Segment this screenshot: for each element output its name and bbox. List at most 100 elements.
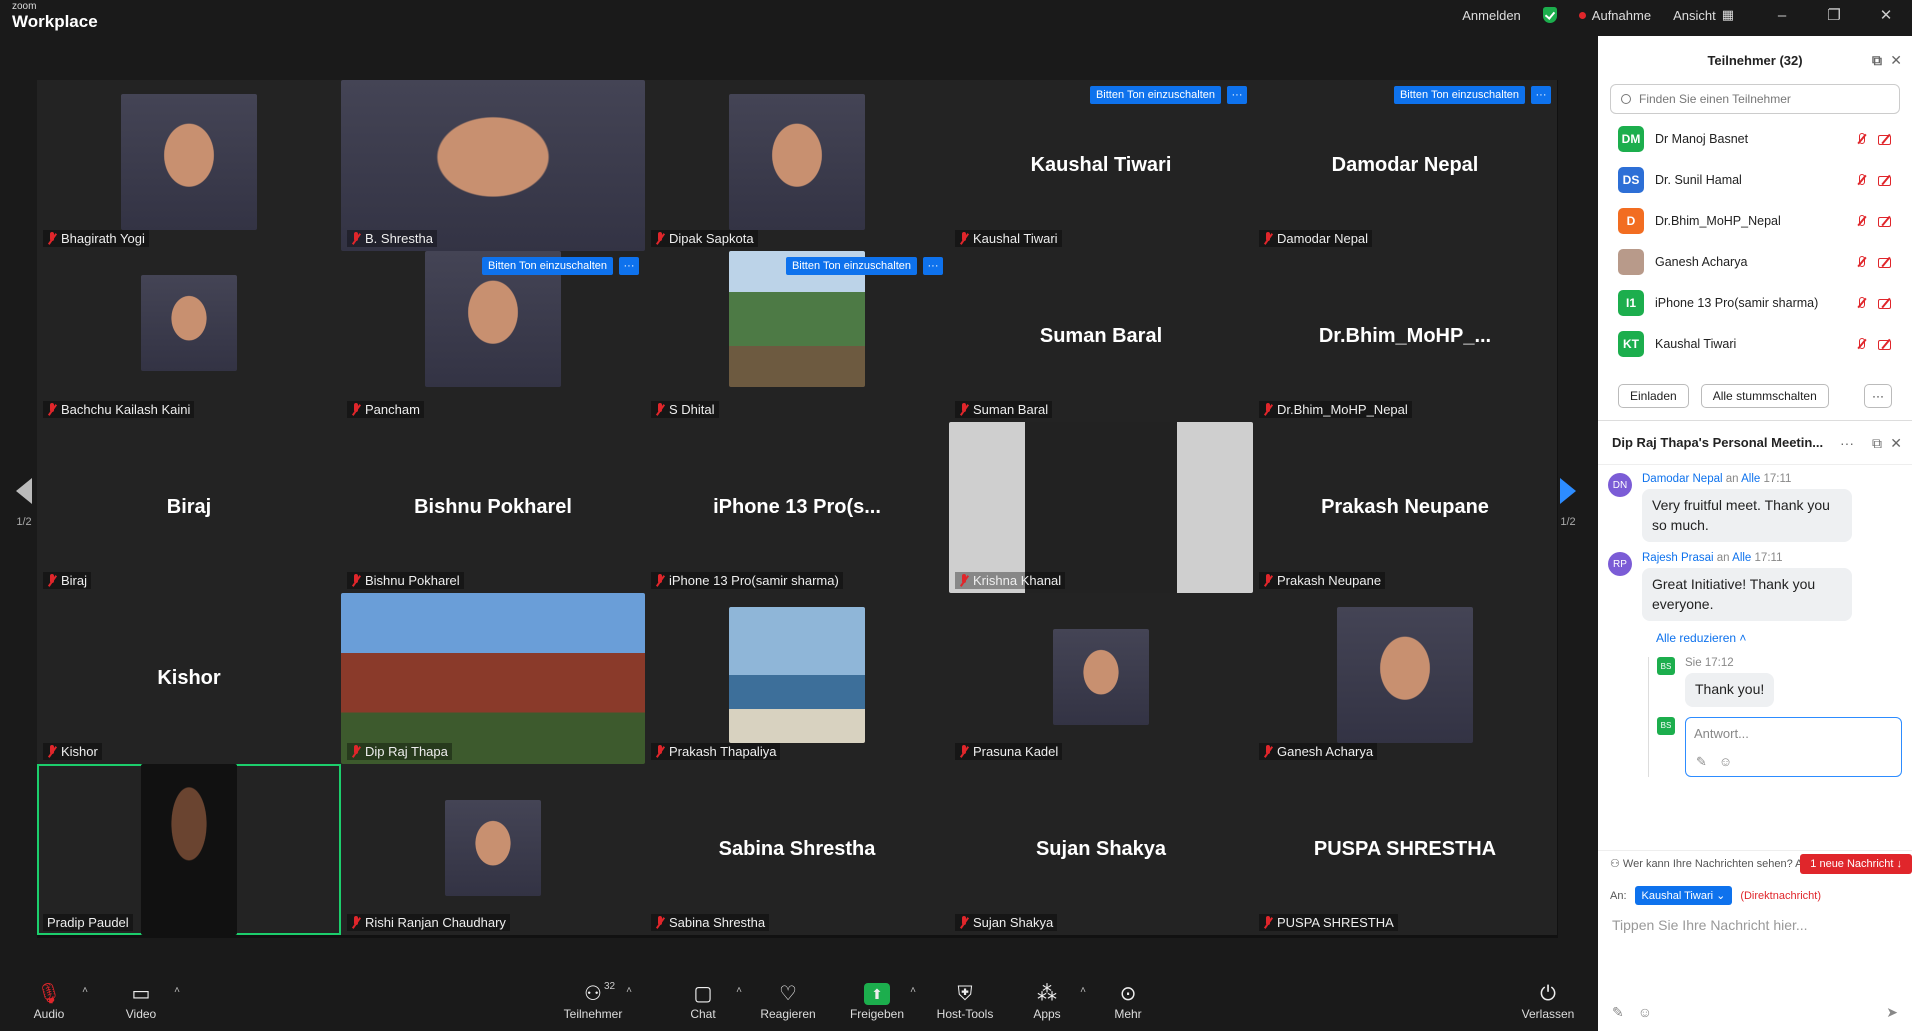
participant-video <box>445 800 541 896</box>
video-tile[interactable]: Prakash Thapaliya <box>645 593 949 764</box>
participants-button[interactable]: ⚇ 32 Teilnehmer ˄ <box>558 981 632 1021</box>
collapse-all-link[interactable]: Alle reduzieren ˄ <box>1656 631 1902 645</box>
video-tile[interactable]: Pancham Bitten Ton einzuschalten ··· <box>341 251 645 422</box>
participant-row[interactable]: D Dr.Bhim_MoHP_Nepal <box>1598 200 1912 241</box>
tile-more-button[interactable]: ··· <box>923 257 943 275</box>
video-tile[interactable]: Kishor Kishor <box>37 593 341 764</box>
tile-more-button[interactable]: ··· <box>619 257 639 275</box>
reply-input[interactable]: Antwort... ✎ ☺ <box>1685 716 1902 777</box>
emoji-icon[interactable]: ☺ <box>1638 1004 1652 1021</box>
participant-row[interactable]: Ganesh Acharya <box>1598 241 1912 282</box>
camera-off-icon[interactable] <box>1878 337 1892 351</box>
send-icon[interactable]: ➤ <box>1886 1004 1898 1021</box>
previous-page-button[interactable]: 1/2 <box>14 463 34 543</box>
share-button[interactable]: ⬆ Freigeben ˄ <box>842 981 916 1021</box>
more-icon[interactable]: ··· <box>1840 435 1854 451</box>
camera-off-icon[interactable] <box>1878 173 1892 187</box>
message-compose-input[interactable]: Tippen Sie Ihre Nachricht hier... <box>1598 905 1912 945</box>
video-button[interactable]: ▭ Video ˄ <box>106 981 180 1021</box>
react-button[interactable]: ♡ Reagieren <box>753 981 823 1021</box>
video-tile[interactable]: Bhagirath Yogi <box>37 80 341 251</box>
more-button[interactable]: ⊙ Mehr <box>1093 981 1163 1021</box>
video-tile[interactable]: Sujan Shakya Sujan Shakya <box>949 764 1253 935</box>
popout-icon[interactable]: ⧉ <box>1872 52 1882 69</box>
security-shield-icon[interactable] <box>1542 7 1557 23</box>
host-tools-button[interactable]: ⛨ Host-Tools <box>930 981 1000 1021</box>
camera-off-icon[interactable] <box>1878 132 1892 146</box>
mic-muted-icon <box>351 232 361 245</box>
participant-row[interactable]: KKishor <box>1598 364 1912 371</box>
tile-more-button[interactable]: ··· <box>1227 86 1247 104</box>
video-tile[interactable]: Dip Raj Thapa <box>341 593 645 764</box>
view-button[interactable]: Ansicht ▦ <box>1673 7 1734 23</box>
caret-up-icon[interactable]: ˄ <box>82 985 88 996</box>
participant-row[interactable]: KT Kaushal Tiwari <box>1598 323 1912 364</box>
mic-muted-icon[interactable] <box>1854 173 1868 187</box>
leave-button[interactable]: ⏻ Verlassen <box>1513 981 1583 1021</box>
next-page-button[interactable]: 1/2 <box>1558 463 1578 543</box>
video-tile[interactable]: PUSPA SHRESTHA PUSPA SHRESTHA <box>1253 764 1557 935</box>
signin-button[interactable]: Anmelden <box>1462 8 1521 23</box>
camera-off-icon[interactable] <box>1878 296 1892 310</box>
format-icon[interactable]: ✎ <box>1612 1004 1624 1021</box>
ask-to-unmute-button[interactable]: Bitten Ton einzuschalten <box>481 257 613 275</box>
close-icon[interactable]: ✕ <box>1890 435 1902 452</box>
mic-muted-icon[interactable] <box>1854 255 1868 269</box>
format-icon[interactable]: ✎ <box>1696 754 1707 770</box>
participant-row[interactable]: DS Dr. Sunil Hamal <box>1598 159 1912 200</box>
video-tile[interactable]: Dr.Bhim_MoHP_... Dr.Bhim_MoHP_Nepal <box>1253 251 1557 422</box>
mic-muted-icon <box>351 916 361 929</box>
video-tile[interactable]: iPhone 13 Pro(s... iPhone 13 Pro(samir sh… <box>645 422 949 593</box>
video-tile[interactable]: Kaushal Tiwari Kaushal Tiwari Bitten Ton e… <box>949 80 1253 251</box>
video-tile[interactable]: Suman Baral Suman Baral <box>949 251 1253 422</box>
video-tile[interactable]: Bishnu Pokharel Bishnu Pokharel <box>341 422 645 593</box>
tile-more-button[interactable]: ··· <box>1531 86 1551 104</box>
caret-up-icon[interactable]: ˄ <box>910 985 916 996</box>
video-tile[interactable]: Bachchu Kailash Kaini <box>37 251 341 422</box>
minimize-button[interactable]: – <box>1756 7 1808 24</box>
ask-to-unmute-button[interactable]: Bitten Ton einzuschalten <box>1393 86 1525 104</box>
close-icon[interactable]: ✕ <box>1890 52 1902 69</box>
video-tile[interactable]: Krishna Khanal <box>949 422 1253 593</box>
video-tile[interactable]: Prasuna Kadel <box>949 593 1253 764</box>
participants-header: Teilnehmer (32) ⧉ ✕ <box>1598 36 1912 84</box>
apps-button[interactable]: ⁂ Apps ˄ <box>1012 981 1086 1021</box>
record-indicator[interactable]: Aufnahme <box>1578 8 1651 23</box>
participant-search-input[interactable]: Finden Sie einen Teilnehmer <box>1610 84 1900 114</box>
video-tile[interactable]: Prakash Neupane Prakash Neupane <box>1253 422 1557 593</box>
video-tile[interactable]: Sabina Shrestha Sabina Shrestha <box>645 764 949 935</box>
caret-up-icon[interactable]: ˄ <box>1080 985 1086 996</box>
video-tile[interactable]: Dipak Sapkota <box>645 80 949 251</box>
recipient-dropdown[interactable]: Kaushal Tiwari ⌄ <box>1634 886 1733 905</box>
video-tile[interactable]: Pradip Paudel <box>37 764 341 935</box>
video-tile[interactable]: Damodar Nepal Damodar Nepal Bitten Ton ein… <box>1253 80 1557 251</box>
video-tile[interactable]: Rishi Ranjan Chaudhary <box>341 764 645 935</box>
new-message-badge[interactable]: 1 neue Nachricht ↓ <box>1800 854 1912 874</box>
more-options-button[interactable]: ··· <box>1864 383 1892 408</box>
camera-off-icon[interactable] <box>1878 255 1892 269</box>
video-tile[interactable]: Biraj Biraj <box>37 422 341 593</box>
participant-row[interactable]: DM Dr Manoj Basnet <box>1598 118 1912 159</box>
mic-muted-icon[interactable] <box>1854 296 1868 310</box>
emoji-icon[interactable]: ☺ <box>1719 754 1732 770</box>
caret-up-icon[interactable]: ˄ <box>174 985 180 996</box>
audio-button[interactable]: 🎙 Audio ˄ <box>14 981 88 1021</box>
ask-to-unmute-button[interactable]: Bitten Ton einzuschalten <box>1089 86 1221 104</box>
mute-all-button[interactable]: Alle stummschalten <box>1700 383 1829 408</box>
video-tile[interactable]: S Dhital Bitten Ton einzuschalten ··· <box>645 251 949 422</box>
close-window-button[interactable]: ✕ <box>1860 6 1912 24</box>
popout-icon[interactable]: ⧉ <box>1872 435 1882 452</box>
camera-off-icon[interactable] <box>1878 214 1892 228</box>
invite-button[interactable]: Einladen <box>1618 383 1689 408</box>
mic-muted-icon[interactable] <box>1854 132 1868 146</box>
ask-to-unmute-button[interactable]: Bitten Ton einzuschalten <box>785 257 917 275</box>
video-tile[interactable]: Ganesh Acharya <box>1253 593 1557 764</box>
caret-up-icon[interactable]: ˄ <box>626 985 632 996</box>
caret-up-icon[interactable]: ˄ <box>736 985 742 996</box>
restore-button[interactable]: ❐ <box>1808 6 1860 24</box>
mic-muted-icon[interactable] <box>1854 214 1868 228</box>
video-tile[interactable]: B. Shrestha <box>341 80 645 251</box>
mic-muted-icon[interactable] <box>1854 337 1868 351</box>
chat-button[interactable]: ▢ Chat ˄ <box>668 981 742 1021</box>
participant-row[interactable]: I1 iPhone 13 Pro(samir sharma) <box>1598 282 1912 323</box>
